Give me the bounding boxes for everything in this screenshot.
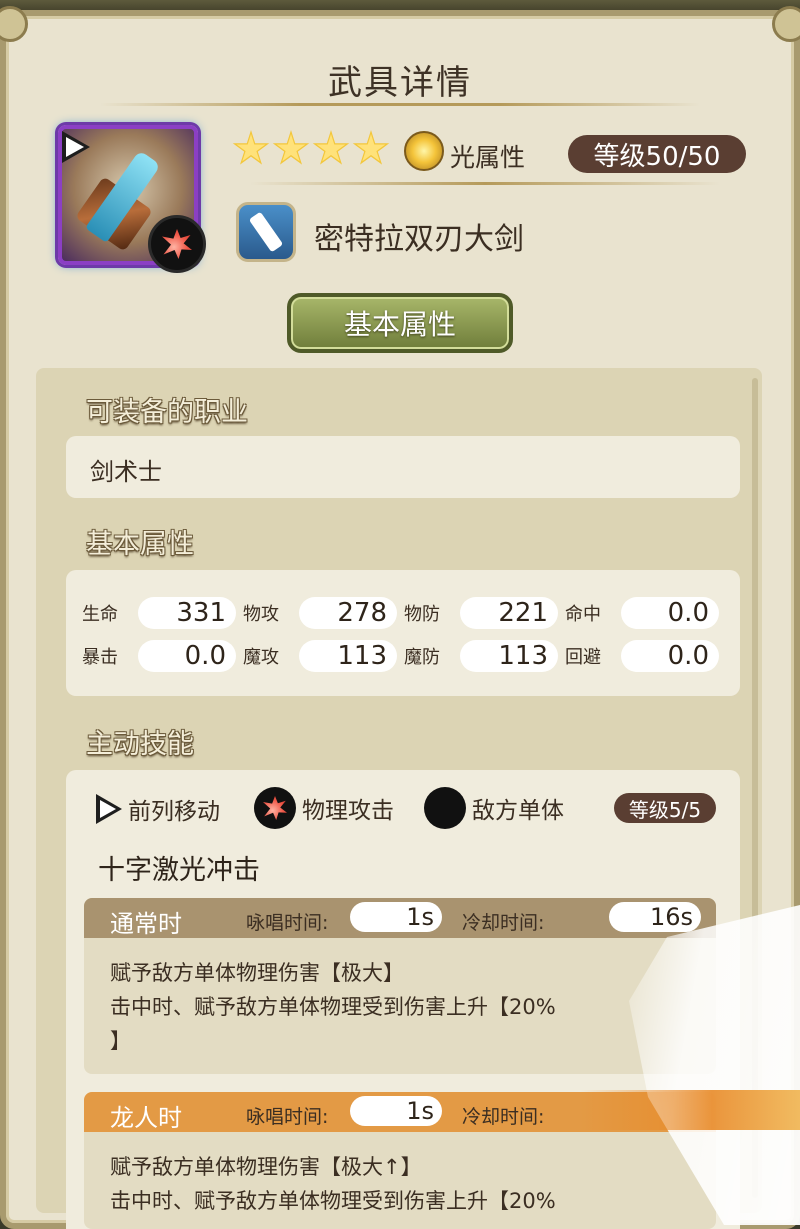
stat-label: 暴击	[82, 647, 118, 668]
cast-time-label: 咏唱时间:	[246, 1106, 329, 1128]
burst-glyph	[263, 796, 287, 820]
single-target-icon	[424, 787, 466, 829]
stat-label: 物防	[404, 604, 440, 625]
skill-section-title: 主动技能	[86, 729, 194, 760]
stat-mdef: 魔防 113	[404, 639, 558, 673]
stat-pdef: 物防 221	[404, 596, 558, 630]
move-forward-icon-inner	[66, 137, 84, 157]
corner-ornament-icon	[772, 6, 800, 42]
page-title: 武具详情	[328, 63, 472, 103]
description-line: 】	[110, 1029, 131, 1053]
skill-type-label: 物理攻击	[302, 798, 394, 824]
description-line: 赋予敌方单体物理伤害【极大↑】	[110, 1155, 422, 1179]
corner-ornament-icon	[0, 6, 28, 42]
burst-glyph	[162, 229, 192, 259]
dragon-mode-description: 赋予敌方单体物理伤害【极大↑】 击中时、赋予敌方单体物理受到伤害上升【20%	[84, 1132, 716, 1229]
stat-label: 生命	[82, 604, 118, 625]
physical-attack-icon	[148, 215, 206, 273]
weapon-name: 密特拉双刃大剑	[314, 222, 524, 257]
skill-type-tag: 物理攻击	[254, 787, 394, 829]
physical-attack-icon	[254, 787, 296, 829]
stat-label: 物攻	[243, 604, 279, 625]
description-line: 击中时、赋予敌方单体物理受到伤害上升【20%	[110, 995, 556, 1019]
job-value: 剑术士	[90, 458, 162, 486]
star-icon	[232, 130, 270, 165]
skill-move-tag: 前列移动	[96, 792, 220, 826]
attribute-label: 光属性	[450, 143, 526, 172]
skill-target-tag: 敌方单体	[424, 787, 564, 829]
move-forward-icon	[96, 794, 122, 824]
sword-icon	[248, 211, 284, 253]
stat-value: 221	[460, 597, 558, 629]
stat-hp: 生命 331	[82, 596, 236, 630]
stat-patk: 物攻 278	[243, 596, 397, 630]
stat-value: 113	[460, 640, 558, 672]
stat-label: 魔防	[404, 647, 440, 668]
basic-attributes-button[interactable]: 基本属性	[287, 293, 513, 353]
cast-time-value: 1s	[350, 902, 442, 932]
stat-label: 命中	[565, 604, 601, 625]
header-divider	[250, 182, 720, 185]
panel-scrollbar[interactable]	[752, 378, 758, 1198]
skill-move-label: 前列移动	[128, 799, 220, 825]
star-icon	[272, 130, 310, 165]
description-line: 击中时、赋予敌方单体物理受到伤害上升【20%	[110, 1189, 556, 1213]
normal-mode-header: 通常时 咏唱时间: 1s 冷却时间: 16s	[84, 898, 716, 938]
stat-label: 回避	[565, 647, 601, 668]
stat-crit: 暴击 0.0	[82, 639, 236, 673]
stats-section-title: 基本属性	[86, 529, 194, 560]
cooldown-value: 16s	[609, 902, 701, 932]
skill-name: 十字激光冲击	[98, 855, 260, 886]
weapon-level-badge: 等级50/50	[568, 135, 746, 173]
stat-value: 331	[138, 597, 236, 629]
stat-matk: 魔攻 113	[243, 639, 397, 673]
star-icon	[352, 130, 390, 165]
stat-value: 0.0	[621, 597, 719, 629]
skill-level-badge: 等级5/5	[614, 793, 716, 823]
cast-time-label: 咏唱时间:	[246, 912, 329, 934]
sword-type-icon	[236, 202, 296, 262]
rarity-stars	[232, 130, 390, 168]
description-line: 赋予敌方单体物理伤害【极大】	[110, 961, 404, 985]
stat-label: 魔攻	[243, 647, 279, 668]
star-icon	[312, 130, 350, 165]
cast-time-value: 1s	[350, 1096, 442, 1126]
stat-value: 278	[299, 597, 397, 629]
mode-name: 龙人时	[110, 1104, 182, 1132]
mode-name: 通常时	[110, 910, 182, 938]
cooldown-label: 冷却时间:	[462, 912, 545, 934]
stats-box	[66, 570, 740, 696]
stat-hit: 命中 0.0	[565, 596, 719, 630]
stat-value: 113	[299, 640, 397, 672]
cooldown-label: 冷却时间:	[462, 1106, 545, 1128]
dragon-mode-header: 龙人时 咏唱时间: 1s 冷却时间:	[84, 1092, 716, 1132]
light-attribute-icon	[404, 131, 444, 171]
stat-eva: 回避 0.0	[565, 639, 719, 673]
normal-mode-card: 通常时 咏唱时间: 1s 冷却时间: 16s 赋予敌方单体物理伤害【极大】 击中…	[84, 898, 716, 1074]
dragon-mode-card: 龙人时 咏唱时间: 1s 冷却时间: 赋予敌方单体物理伤害【极大↑】 击中时、赋…	[84, 1092, 716, 1229]
stat-value: 0.0	[138, 640, 236, 672]
title-divider	[100, 103, 700, 106]
stat-value: 0.0	[621, 640, 719, 672]
jobs-box	[66, 436, 740, 498]
jobs-section-title: 可装备的职业	[86, 397, 248, 428]
normal-mode-description: 赋予敌方单体物理伤害【极大】 击中时、赋予敌方单体物理受到伤害上升【20% 】	[84, 938, 716, 1074]
skill-target-label: 敌方单体	[472, 798, 564, 824]
